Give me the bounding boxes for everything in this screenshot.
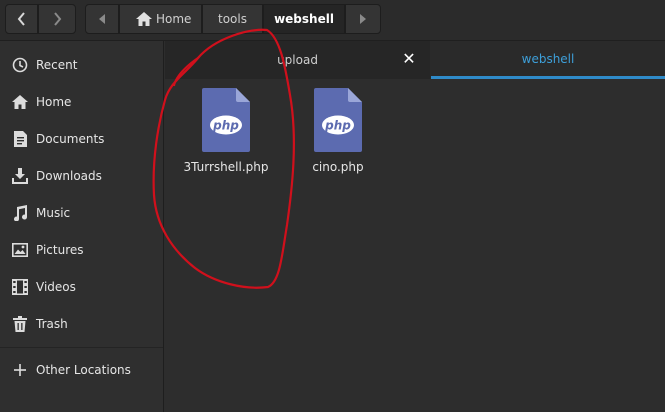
breadcrumb-webshell-label: webshell — [274, 12, 334, 26]
svg-text:php: php — [324, 119, 351, 133]
tab-webshell[interactable]: webshell — [431, 41, 665, 79]
document-icon — [11, 130, 29, 148]
sidebar-item-downloads[interactable]: Downloads — [0, 157, 163, 194]
file-name: cino.php — [312, 160, 364, 174]
file-item-cino[interactable]: php cino.php — [288, 88, 388, 178]
php-file-icon: php — [202, 88, 250, 152]
download-icon — [11, 167, 29, 185]
back-button[interactable] — [5, 4, 38, 34]
tab-bar: upload ✕ webshell — [165, 41, 665, 79]
sidebar-item-label: Trash — [36, 316, 68, 331]
sidebar-item-label: Pictures — [36, 242, 84, 257]
sidebar-item-label: Home — [36, 94, 72, 109]
sidebar-item-music[interactable]: Music — [0, 194, 163, 231]
plus-icon — [11, 361, 29, 379]
chevron-right-icon — [54, 12, 62, 26]
close-icon[interactable]: ✕ — [401, 49, 417, 68]
sidebar-divider — [0, 347, 163, 348]
film-icon — [11, 278, 29, 296]
sidebar-item-documents[interactable]: Documents — [0, 120, 163, 157]
tab-webshell-label: webshell — [521, 51, 575, 66]
sidebar-item-label: Music — [36, 205, 71, 220]
tab-upload-label: upload — [277, 53, 318, 67]
sidebar-item-label: Recent — [36, 57, 78, 72]
trash-icon — [11, 315, 29, 333]
breadcrumb-home-label: Home — [156, 12, 192, 26]
sidebar-item-label: Videos — [36, 279, 76, 294]
breadcrumb-home[interactable]: Home — [119, 4, 202, 34]
home-icon — [11, 93, 29, 111]
sidebar: Recent Home Documents Downloads Music Pi… — [0, 41, 164, 412]
sidebar-item-other-locations[interactable]: Other Locations — [0, 351, 163, 388]
path-scroll-left-button[interactable] — [85, 4, 119, 34]
triangle-left-icon — [99, 14, 105, 24]
file-view: php 3Turrshell.php php cino.php — [165, 79, 665, 412]
sidebar-item-videos[interactable]: Videos — [0, 268, 163, 305]
sidebar-item-label: Downloads — [36, 168, 102, 183]
sidebar-item-label: Documents — [36, 131, 105, 146]
home-icon — [136, 12, 152, 26]
sidebar-item-label: Other Locations — [36, 362, 131, 377]
sidebar-item-pictures[interactable]: Pictures — [0, 231, 163, 268]
chevron-left-icon — [17, 12, 25, 26]
breadcrumb-tools[interactable]: tools — [202, 4, 263, 34]
path-scroll-right-button[interactable] — [345, 4, 381, 34]
file-item-3turrshell[interactable]: php 3Turrshell.php — [176, 88, 276, 178]
php-file-icon: php — [314, 88, 362, 152]
breadcrumb-webshell[interactable]: webshell — [263, 4, 345, 34]
triangle-right-icon — [360, 14, 366, 24]
sidebar-item-home[interactable]: Home — [0, 83, 163, 120]
sidebar-item-trash[interactable]: Trash — [0, 305, 163, 342]
tab-upload[interactable]: upload ✕ — [165, 41, 430, 79]
forward-button[interactable] — [38, 4, 76, 34]
clock-icon — [11, 56, 29, 74]
picture-icon — [11, 241, 29, 259]
file-name: 3Turrshell.php — [183, 160, 269, 174]
music-note-icon — [11, 204, 29, 222]
header-bar: Home tools webshell — [0, 0, 665, 41]
breadcrumb-tools-label: tools — [218, 12, 247, 26]
sidebar-item-recent[interactable]: Recent — [0, 46, 163, 83]
svg-text:php: php — [212, 119, 239, 133]
